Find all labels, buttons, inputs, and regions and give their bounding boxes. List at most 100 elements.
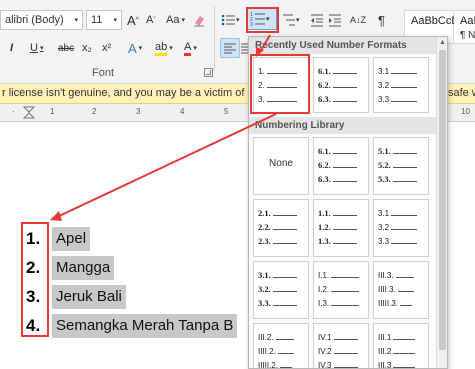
tile-level-label: 6.2. — [318, 80, 331, 90]
scroll-thumb[interactable] — [439, 50, 446, 350]
highlight-icon: ab — [155, 41, 168, 56]
text-effects-button[interactable]: A ▾ — [128, 38, 142, 58]
number-format-tile[interactable]: 2.1. 2.2. 2.3. — [253, 199, 309, 257]
underline-button[interactable]: U ▾ — [30, 38, 43, 58]
number-format-tile[interactable]: IV.1 IV.2 IV.3 — [313, 323, 369, 368]
chevron-down-icon: ▾ — [193, 45, 197, 52]
shrink-font-icon: A — [146, 14, 154, 26]
chevron-down-icon: ▾ — [39, 45, 44, 52]
tile-level-label: 5.1. — [378, 146, 391, 156]
align-center-icon — [241, 43, 248, 54]
eraser-icon — [194, 16, 204, 27]
ruler-mark: 2 — [92, 107, 97, 116]
align-center-button[interactable] — [240, 38, 248, 58]
tile-level-label: III.2 — [378, 347, 392, 356]
bullets-icon — [221, 14, 235, 26]
tile-level-label: I.3. — [318, 299, 330, 308]
number-format-tile[interactable]: 6.1. 6.2. 6.3. — [313, 137, 369, 195]
scroll-up-icon[interactable]: ▲ — [438, 38, 447, 47]
chevron-down-icon: ▾ — [113, 17, 117, 24]
font-size-value: 11 — [91, 14, 103, 26]
tile-level-label: 3.2. — [258, 284, 271, 294]
increase-indent-button[interactable] — [328, 10, 342, 30]
style-no-spacing[interactable]: AaB ¶ No — [454, 10, 475, 44]
font-name-value: alibri (Body) — [5, 14, 64, 26]
italic-icon: I — [10, 42, 14, 54]
shrink-font-button[interactable]: Aˇ — [146, 10, 156, 30]
chevron-down-icon: ▾ — [169, 45, 173, 52]
number-format-tile[interactable]: 1.1. 1.2. 1.3. — [313, 199, 369, 257]
list-text[interactable]: Semangka Merah Tanpa B — [52, 314, 238, 338]
list-item[interactable]: 4. Semangka Merah Tanpa B — [22, 314, 238, 338]
number-format-tile[interactable]: I.1. I.2. I.3. — [313, 261, 369, 319]
multilevel-list-icon — [283, 14, 295, 26]
ruler-mark: 10 — [461, 107, 470, 116]
number-format-tile[interactable]: III.1 III.2 III.3 — [373, 323, 429, 368]
style-preview: AaBbCcDc — [411, 15, 465, 27]
font-size-box[interactable]: 11 ▾ — [86, 10, 122, 30]
number-format-none-tile[interactable]: None — [253, 137, 309, 195]
subscript-button[interactable]: x₂ — [82, 38, 92, 58]
arrow-head-icon — [50, 211, 62, 221]
ruler-mark: 1 — [50, 107, 55, 116]
text-effects-icon: A — [128, 40, 137, 56]
multilevel-list-button[interactable]: ▾ — [282, 10, 300, 30]
font-color-icon: A — [184, 41, 192, 56]
gallery-scrollbar[interactable]: ▲ — [436, 37, 447, 368]
style-preview: AaB — [460, 15, 475, 27]
indent-marker-icon[interactable] — [22, 106, 36, 120]
recent-formats-header: Recently Used Number Formats — [249, 37, 437, 54]
list-text[interactable]: Mangga — [52, 256, 115, 280]
pilcrow-icon: ¶ — [378, 12, 385, 28]
tile-level-label: 2.3. — [258, 236, 271, 246]
number-format-tile[interactable]: III.2. IIII.2. IIIII.2. — [253, 323, 309, 369]
grow-font-icon: A — [127, 12, 136, 28]
tile-level-label: III.3. — [378, 271, 394, 280]
align-left-icon — [224, 43, 236, 54]
clear-formatting-button[interactable] — [192, 10, 206, 30]
number-format-tile[interactable]: 3.1. 3.2. 3.3. — [253, 261, 309, 319]
number-format-tile[interactable]: 3.1 3.2 3.3 — [373, 199, 429, 257]
number-format-tile[interactable]: 3.1 3.2 3.3 — [373, 57, 429, 113]
number-format-tile[interactable]: 6.1. 6.2. 6.3. — [313, 57, 369, 113]
number-format-tile[interactable]: III.3. IIII.3. IIIII.3. — [373, 261, 429, 319]
sort-button[interactable]: A↓Z — [350, 10, 366, 30]
show-hide-button[interactable]: ¶ — [378, 10, 385, 30]
style-name: ¶ No — [460, 30, 475, 41]
tile-level-label: IIIII.2. — [258, 361, 279, 369]
caret-down-icon: ˇ — [153, 16, 156, 24]
number-format-tile[interactable]: 5.1. 5.2. 5.3. — [373, 137, 429, 195]
numbering-button-highlight — [246, 7, 279, 33]
font-color-button[interactable]: A ▾ — [184, 38, 197, 58]
chevron-down-icon: ▾ — [181, 17, 185, 24]
tile-level-label: 5.2. — [378, 160, 391, 170]
none-label: None — [269, 158, 293, 169]
tile-level-label: 6.3. — [318, 94, 331, 104]
list-text[interactable]: Jeruk Bali — [52, 285, 126, 309]
grow-font-button[interactable]: A ^ — [127, 10, 139, 30]
subscript-icon: x₂ — [82, 42, 92, 54]
decrease-indent-button[interactable] — [310, 10, 324, 30]
tile-level-label: 3.1 — [378, 67, 390, 76]
decrease-indent-icon — [311, 14, 323, 27]
font-dialog-launcher-icon[interactable] — [204, 68, 213, 77]
tile-level-label: 1.2. — [318, 222, 331, 232]
align-left-button[interactable] — [220, 38, 240, 58]
chevron-down-icon: ▾ — [296, 17, 300, 24]
highlight-button[interactable]: ab ▾ — [155, 38, 173, 58]
tile-level-label: IIII.2. — [258, 347, 276, 356]
font-name-box[interactable]: alibri (Body) ▾ — [0, 10, 83, 30]
ruler-mark: 4 — [180, 107, 185, 116]
chevron-down-icon: ▾ — [138, 45, 143, 52]
tile-level-label: 1.3. — [318, 236, 331, 246]
tile-level-label: 1.1. — [318, 208, 331, 218]
bullets-button[interactable]: ▾ — [220, 10, 240, 30]
change-case-button[interactable]: Aa ▾ — [166, 10, 185, 30]
list-text[interactable]: Apel — [52, 227, 91, 251]
tile-level-label: III.1 — [378, 333, 392, 342]
strikethrough-button[interactable]: abc — [58, 38, 74, 58]
italic-button[interactable]: I — [10, 38, 13, 58]
list-numbers-highlight — [21, 222, 49, 337]
superscript-button[interactable]: x² — [102, 38, 111, 58]
tile-level-label: 6.3. — [318, 174, 331, 184]
